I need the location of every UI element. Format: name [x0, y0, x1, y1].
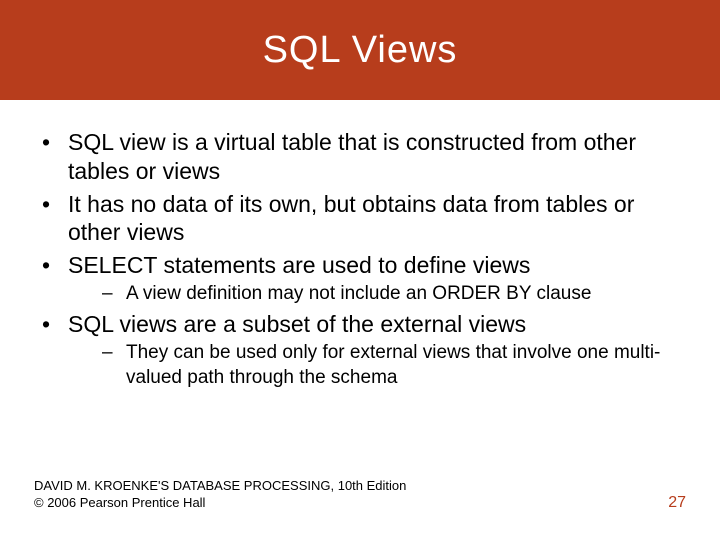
bullet-item: SQL views are a subset of the external v… [34, 310, 686, 390]
title-bar: SQL Views [0, 0, 720, 100]
page-number: 27 [668, 494, 686, 512]
sub-bullet-item: A view definition may not include an ORD… [68, 282, 686, 307]
sub-bullet-list: They can be used only for external views… [68, 341, 686, 390]
content-area: SQL view is a virtual table that is cons… [0, 100, 720, 391]
bullet-text: SQL views are a subset of the external v… [68, 311, 526, 337]
footer-line2: © 2006 Pearson Prentice Hall [34, 495, 406, 512]
bullet-item: It has no data of its own, but obtains d… [34, 190, 686, 248]
bullet-item: SQL view is a virtual table that is cons… [34, 128, 686, 186]
sub-bullet-list: A view definition may not include an ORD… [68, 282, 686, 307]
bullet-item: SELECT statements are used to define vie… [34, 251, 686, 306]
slide-title: SQL Views [263, 29, 458, 72]
bullet-list: SQL view is a virtual table that is cons… [34, 128, 686, 391]
sub-bullet-item: They can be used only for external views… [68, 341, 686, 390]
footer-credits: DAVID M. KROENKE'S DATABASE PROCESSING, … [34, 478, 406, 512]
footer: DAVID M. KROENKE'S DATABASE PROCESSING, … [34, 478, 686, 512]
bullet-text: SELECT statements are used to define vie… [68, 252, 530, 278]
slide: SQL Views SQL view is a virtual table th… [0, 0, 720, 540]
footer-line1: DAVID M. KROENKE'S DATABASE PROCESSING, … [34, 478, 406, 495]
